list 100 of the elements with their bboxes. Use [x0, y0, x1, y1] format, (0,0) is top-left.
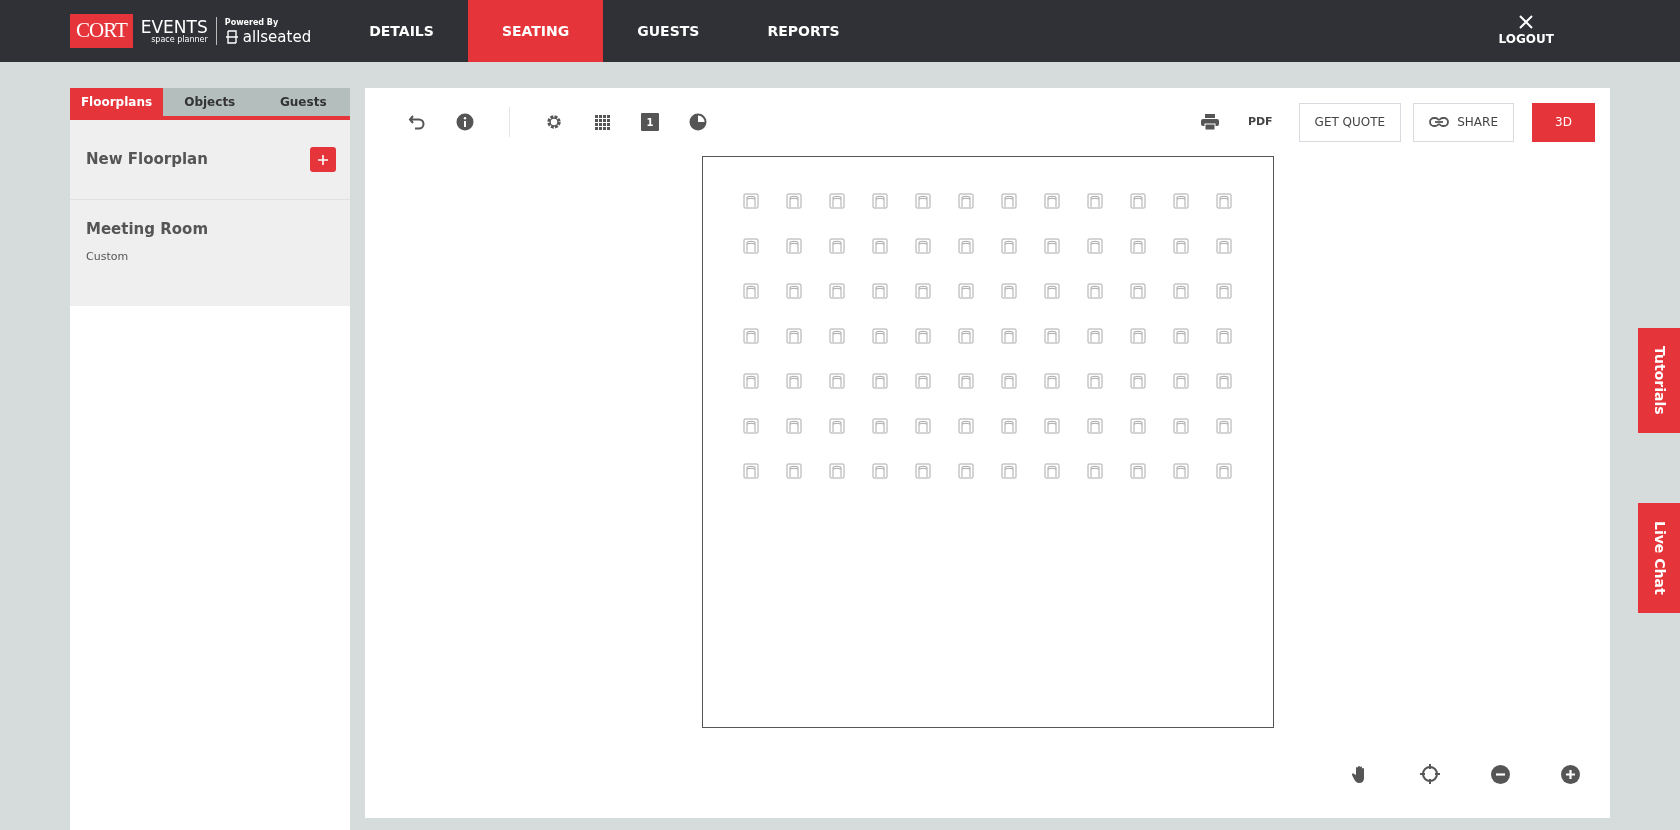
chair-icon — [1000, 193, 1017, 209]
chair-logo-icon — [224, 29, 239, 45]
chair-icon — [1086, 328, 1103, 344]
get-quote-button[interactable]: GET QUOTE — [1298, 102, 1402, 142]
chair-icon — [957, 283, 974, 299]
chair-icon — [828, 283, 845, 299]
chair-icon — [871, 418, 888, 434]
chair-icon — [914, 193, 931, 209]
chair-icon — [957, 193, 974, 209]
chair-icon — [742, 193, 759, 209]
pdf-button[interactable]: PDF — [1241, 112, 1279, 132]
chair-icon — [1086, 283, 1103, 299]
chair-icon — [957, 418, 974, 434]
chair-icon — [957, 328, 974, 344]
partner-logo-text: allseated — [242, 29, 312, 45]
link-icon — [1429, 116, 1450, 128]
chair-icon — [1000, 283, 1017, 299]
undo-icon — [408, 113, 426, 131]
chair-icon — [1129, 463, 1146, 479]
chair-icon — [957, 373, 974, 389]
sidebar-tab[interactable]: Floorplans — [70, 88, 163, 116]
chair-icon — [1000, 418, 1017, 434]
chair-icon — [1215, 193, 1232, 209]
chair-icon — [1129, 283, 1146, 299]
logo-product: EVENTS — [140, 18, 208, 36]
floorplan-title: Meeting Room — [86, 219, 209, 240]
chair-icon — [1086, 238, 1103, 254]
chair-icon — [1215, 463, 1232, 479]
chair-icon — [914, 463, 931, 479]
chair-icon — [1086, 193, 1103, 209]
grid-icon — [593, 113, 611, 131]
floorplan-list-item[interactable]: Meeting Room Custom — [70, 200, 350, 306]
chair-icon — [871, 373, 888, 389]
nav-tab[interactable]: SEATING — [467, 0, 604, 62]
chair-icon — [1129, 373, 1146, 389]
nav-tab[interactable]: DETAILS — [335, 0, 468, 62]
chair-icon — [1000, 328, 1017, 344]
pie-chart-icon — [689, 113, 707, 131]
chair-icon — [1129, 238, 1146, 254]
chair-icon — [828, 328, 845, 344]
chair-icon — [1086, 463, 1103, 479]
live-chat-tab[interactable]: Live Chat — [1638, 503, 1680, 613]
chair-icon — [1043, 193, 1060, 209]
chair-icon — [914, 328, 931, 344]
logo-tagline: space planner — [150, 35, 208, 44]
chair-icon — [742, 418, 759, 434]
print-icon — [1199, 113, 1220, 131]
page-number-button[interactable]: 1 — [626, 113, 674, 131]
chair-icon — [1215, 328, 1232, 344]
logout-button[interactable]: LOGOUT — [1492, 13, 1560, 49]
chair-icon — [1215, 238, 1232, 254]
chair-icon — [1215, 418, 1232, 434]
chair-icon — [1043, 463, 1060, 479]
3d-view-button[interactable]: 3D — [1532, 102, 1595, 142]
chair-icon — [1086, 418, 1103, 434]
chair-icon — [1043, 418, 1060, 434]
plus-icon — [317, 153, 329, 166]
chair-icon — [1043, 238, 1060, 254]
chair-icon — [871, 283, 888, 299]
chair-icon — [785, 238, 802, 254]
chair-icon — [1000, 373, 1017, 389]
sidebar-tab[interactable]: Guests — [256, 88, 350, 116]
chair-icon — [1043, 283, 1060, 299]
add-button[interactable] — [310, 147, 336, 172]
chair-icon — [1172, 418, 1189, 434]
chair-icon — [1172, 328, 1189, 344]
nav-tab[interactable]: REPORTS — [733, 0, 874, 62]
chair-icon — [1129, 418, 1146, 434]
chair-icon — [785, 328, 802, 344]
chair-icon — [1215, 373, 1232, 389]
chair-icon — [785, 193, 802, 209]
chair-icon — [1129, 328, 1146, 344]
chair-icon — [828, 418, 845, 434]
tutorials-tab[interactable]: Tutorials — [1638, 328, 1680, 433]
chair-icon — [1043, 373, 1060, 389]
chair-icon — [957, 463, 974, 479]
crosshair-icon — [1420, 764, 1440, 784]
chair-icon — [1172, 373, 1189, 389]
chair-icon — [914, 283, 931, 299]
sidebar-tab[interactable]: Objects — [163, 88, 257, 116]
chair-icon — [1000, 463, 1017, 479]
chair-icon — [785, 373, 802, 389]
chair-icon — [914, 373, 931, 389]
chair-icon — [785, 463, 802, 479]
chair-icon — [785, 418, 802, 434]
share-button[interactable]: SHARE — [1413, 102, 1514, 142]
close-icon — [1518, 14, 1535, 30]
chair-icon — [914, 238, 931, 254]
floorplan-type: Custom — [86, 248, 130, 265]
nav-tab[interactable]: GUESTS — [603, 0, 734, 62]
chair-icon — [742, 463, 759, 479]
logo-brand: CORT — [70, 14, 133, 48]
chair-icon — [914, 418, 931, 434]
chair-icon — [1000, 238, 1017, 254]
chair-icon — [828, 193, 845, 209]
chair-icon — [871, 328, 888, 344]
new-floorplan-label[interactable]: New Floorplan — [86, 148, 208, 171]
powered-by-label: Powered By — [224, 17, 280, 29]
chair-icon — [785, 283, 802, 299]
chair-icon — [1129, 193, 1146, 209]
